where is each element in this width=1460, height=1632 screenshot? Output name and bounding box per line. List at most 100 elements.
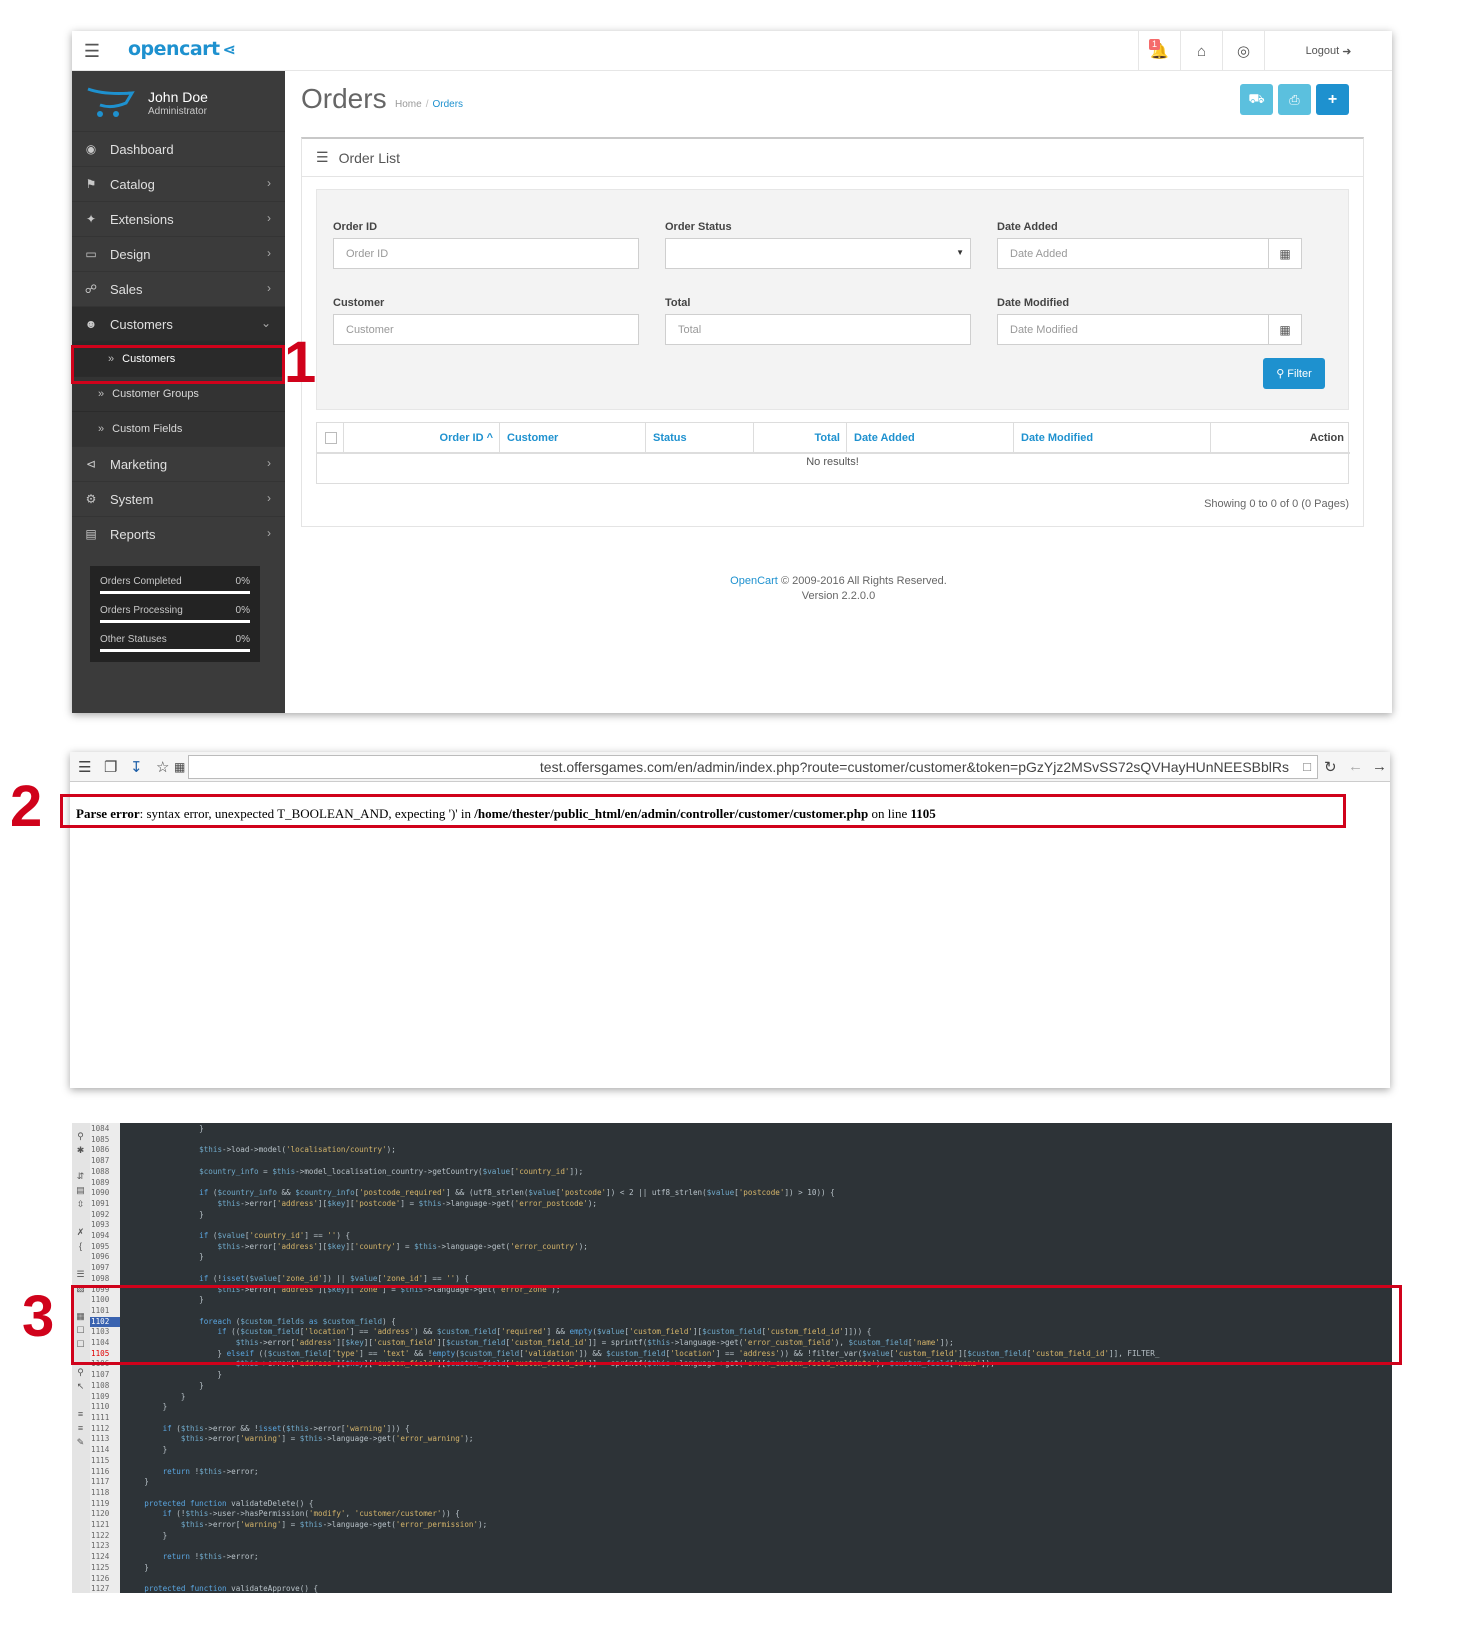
logout-button[interactable]: Logout ➜ (1264, 31, 1392, 71)
tabs-icon[interactable]: ❐ (104, 758, 117, 776)
menu-icon[interactable]: ☰ (78, 758, 91, 776)
column-status[interactable]: Status (646, 423, 754, 454)
order-id-input[interactable]: Order ID (333, 238, 639, 269)
ship-button[interactable]: ⛟ (1240, 84, 1273, 115)
home-button[interactable]: ⌂ (1180, 31, 1222, 71)
fold-icon[interactable]: ⇵ (75, 1171, 86, 1182)
nav-customers[interactable]: ☻ Customers ⌄ (72, 306, 285, 341)
filter-button[interactable]: ⚲ Filter (1263, 358, 1325, 389)
select-all-checkbox[interactable] (325, 431, 337, 444)
calendar-icon: ▦ (1279, 246, 1291, 261)
search-icon: ⚲ (1276, 368, 1285, 380)
cart-icon: ☍ (84, 282, 98, 296)
nav-marketing[interactable]: ⊲ Marketing › (72, 446, 285, 481)
column-total[interactable]: Total (754, 423, 847, 454)
forward-arrow-icon[interactable]: → (1372, 758, 1387, 775)
reload-icon[interactable]: ↻ (1324, 758, 1337, 776)
line-number: 1097 (91, 1263, 110, 1273)
user-profile[interactable]: John Doe Administrator (72, 71, 285, 131)
add-button[interactable]: + (1316, 84, 1349, 115)
date-added-calendar-button[interactable]: ▦ (1268, 238, 1302, 269)
tool-icon[interactable]: ✗ (75, 1227, 86, 1238)
line-number: 1115 (91, 1455, 110, 1465)
column-date-added[interactable]: Date Added (847, 423, 1014, 454)
breadcrumb: Home / Orders (395, 99, 463, 110)
notifications-button[interactable]: 1 🔔 (1138, 31, 1180, 71)
line-number: 1091 (91, 1198, 110, 1208)
address-bar[interactable]: test.offersgames.com/en/admin/index.php?… (188, 755, 1318, 779)
chevron-right-icon: › (267, 526, 271, 540)
breadcrumb-home[interactable]: Home (395, 99, 422, 110)
line-number: 1121 (91, 1520, 110, 1530)
bookmark-icon[interactable]: ▤ (75, 1185, 86, 1196)
address-url: test.offersgames.com/en/admin/index.php?… (539, 759, 1289, 775)
nav-system[interactable]: ⚙ System › (72, 481, 285, 516)
download-icon[interactable]: ↧ (130, 758, 143, 776)
settings-icon[interactable]: ✱ (75, 1145, 86, 1156)
column-label: Action (1309, 431, 1344, 444)
translate-icon[interactable]: ▦ (174, 760, 185, 774)
line-number: 1094 (91, 1231, 110, 1241)
code-line: if (!isset($value['zone_id']) || $value[… (199, 1273, 469, 1283)
list-icon: ☰ (316, 149, 329, 165)
orders-table: Order ID ^ Customer Status Total Date Add… (316, 422, 1350, 484)
customer-input[interactable]: Customer (333, 314, 639, 345)
footer-opencart-link[interactable]: OpenCart (730, 575, 778, 587)
date-modified-input[interactable]: Date Modified (997, 314, 1269, 345)
back-arrow-icon[interactable]: ← (1348, 758, 1363, 775)
opencart-logo[interactable]: opencart ⋖ (128, 38, 236, 60)
stat-progress-bar (100, 591, 250, 594)
code-line: if ($this->error && !isset($this->error[… (162, 1423, 410, 1433)
date-added-label: Date Added (997, 221, 1058, 233)
code-line: } (126, 1370, 223, 1380)
pen-icon[interactable]: ✎ (75, 1437, 86, 1448)
zoom-icon[interactable]: ⚲ (75, 1367, 86, 1378)
breadcrumb-orders[interactable]: Orders (432, 99, 463, 110)
highlight-box-3 (71, 1285, 1402, 1365)
highlight-box-2 (60, 794, 1346, 828)
print-button[interactable]: ⎙ (1278, 84, 1311, 115)
nav-dashboard[interactable]: ◉ Dashboard (72, 131, 285, 166)
menu-toggle-icon[interactable]: ☰ (72, 31, 112, 71)
list-icon[interactable]: ☰ (75, 1269, 86, 1280)
order-list-panel: ☰ Order List Order ID Order ID Order Stat… (301, 137, 1364, 527)
subnav-custom-fields[interactable]: » Custom Fields (72, 411, 285, 446)
logo-cart-icon: ⋖ (222, 40, 236, 59)
stat-label: Orders Completed (100, 576, 182, 587)
column-order-id[interactable]: Order ID ^ (344, 423, 500, 454)
date-added-input[interactable]: Date Added (997, 238, 1269, 269)
date-modified-calendar-button[interactable]: ▦ (1268, 314, 1302, 345)
help-button[interactable]: ◎ (1222, 31, 1264, 71)
main-content: Orders Home / Orders ⛟ ⎙ + ☰ Order List Ord… (285, 71, 1392, 713)
brace-icon[interactable]: { (75, 1241, 86, 1251)
nav-extensions[interactable]: ✦ Extensions › (72, 201, 285, 236)
search-icon[interactable]: ⚲ (75, 1131, 86, 1142)
bar-chart-icon: ▤ (85, 527, 97, 541)
nav-catalog[interactable]: ⚑ Catalog › (72, 166, 285, 201)
align-icon[interactable]: ≡ (75, 1423, 86, 1433)
bookmark-star-icon[interactable]: ☆ (156, 758, 169, 776)
nav-reports[interactable]: ▤ Reports › (72, 516, 285, 551)
column-label: Date Modified (1021, 431, 1094, 444)
order-status-select[interactable]: ▼ (665, 238, 971, 269)
align-icon[interactable]: ≡ (75, 1409, 86, 1419)
print-icon: ⎙ (1289, 91, 1300, 107)
caret-down-icon: ▼ (956, 248, 964, 257)
nav-sales[interactable]: ☍ Sales › (72, 271, 285, 306)
expand-icon[interactable]: ⇳ (75, 1199, 86, 1210)
chevron-down-icon: ⌄ (260, 316, 271, 330)
nav-label: Design (110, 246, 151, 262)
line-number: 1118 (91, 1487, 110, 1497)
plus-icon: + (1327, 90, 1338, 108)
column-customer[interactable]: Customer (500, 423, 646, 454)
pointer-icon[interactable]: ↖ (75, 1381, 86, 1392)
total-input[interactable]: Total (665, 314, 971, 345)
nav-design[interactable]: ▭ Design › (72, 236, 285, 271)
date-added-placeholder: Date Added (1010, 247, 1068, 260)
column-date-modified[interactable]: Date Modified (1014, 423, 1211, 454)
code-line: } (126, 1209, 204, 1219)
